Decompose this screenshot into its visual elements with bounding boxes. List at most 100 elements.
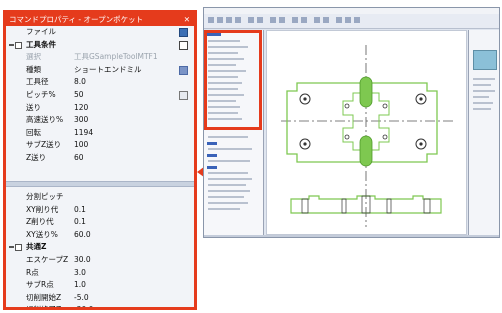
property-label: 送り xyxy=(26,102,41,112)
property-row[interactable]: R点 3.0 xyxy=(6,267,194,280)
property-value[interactable]: 1.0 xyxy=(74,279,86,292)
property-row[interactable]: Z削り代 0.1 xyxy=(6,216,194,229)
tree-row xyxy=(208,148,252,150)
property-row[interactable]: 工具条件 xyxy=(6,39,194,52)
property-row[interactable]: 高速送り% 300 xyxy=(6,114,194,127)
property-value[interactable]: 60 xyxy=(74,152,84,165)
toolbar-button[interactable] xyxy=(354,17,360,23)
property-value[interactable]: -5.0 xyxy=(74,292,89,305)
browse-button-icon[interactable] xyxy=(179,90,188,100)
highlight-frame xyxy=(204,30,262,130)
property-row[interactable]: 共通Z xyxy=(6,241,194,254)
property-value[interactable]: 30.0 xyxy=(74,254,91,267)
hole-center xyxy=(303,142,307,146)
property-value[interactable]: 300 xyxy=(74,114,88,127)
pocket-bottom[interactable] xyxy=(359,135,373,167)
pane-row xyxy=(473,96,489,98)
property-label: サブR点 xyxy=(26,280,54,290)
tree-row xyxy=(208,208,240,210)
property-row[interactable]: 切削終了Z -20.0 xyxy=(6,304,194,307)
toolbar-button[interactable] xyxy=(257,17,263,23)
pane-row xyxy=(473,90,495,92)
property-value[interactable]: 0.1 xyxy=(74,204,86,217)
side-hole xyxy=(341,198,347,214)
property-row[interactable]: 回転 1194 xyxy=(6,127,194,140)
drawing-canvas[interactable] xyxy=(266,30,467,235)
property-value[interactable]: 3.0 xyxy=(74,267,86,280)
tree-row xyxy=(208,136,248,138)
property-value[interactable]: 100 xyxy=(74,139,88,152)
property-value[interactable]: 50 xyxy=(74,89,84,102)
right-pane xyxy=(468,30,499,235)
property-label: サブZ送り xyxy=(26,140,62,150)
preview-thumbnail xyxy=(473,50,497,70)
collapse-icon[interactable] xyxy=(9,246,14,249)
small-hole[interactable] xyxy=(344,134,350,140)
toolbar-button[interactable] xyxy=(301,17,307,23)
property-row[interactable]: サブR点 1.0 xyxy=(6,279,194,292)
hole-center xyxy=(419,142,423,146)
toolbar-button[interactable] xyxy=(217,17,223,23)
small-hole[interactable] xyxy=(382,103,388,109)
property-row[interactable]: 切削開始Z -5.0 xyxy=(6,292,194,305)
property-row[interactable]: 送り 120 xyxy=(6,102,194,115)
pane-row xyxy=(473,84,491,86)
pocket-top[interactable] xyxy=(359,76,373,108)
toolbar-button[interactable] xyxy=(226,17,232,23)
toolbar-button[interactable] xyxy=(323,17,329,23)
toolbar-button[interactable] xyxy=(208,17,214,23)
toolbar-button[interactable] xyxy=(248,17,254,23)
property-row[interactable]: XY送り% 60.0 xyxy=(6,229,194,242)
property-value[interactable]: ショートエンドミル xyxy=(74,64,142,77)
toolbar-button[interactable] xyxy=(279,17,285,23)
toolbar-button[interactable] xyxy=(336,17,342,23)
property-value[interactable]: 0.1 xyxy=(74,216,86,229)
property-label: R点 xyxy=(26,267,39,277)
toolbar-button[interactable] xyxy=(314,17,320,23)
tree-row xyxy=(208,202,248,204)
property-label: 共通Z xyxy=(26,242,47,252)
small-hole[interactable] xyxy=(382,134,388,140)
property-value[interactable]: 120 xyxy=(74,102,88,115)
property-group-cutting: 分割ピッチ XY削り代 0.1 Z削り代 0.1 XY送り% 60.0 共通Z エスケープZ 30… xyxy=(6,191,194,307)
property-row[interactable]: XY削り代 0.1 xyxy=(6,204,194,217)
property-row[interactable]: 選択 工具GSampleToolMTF1 xyxy=(6,51,194,64)
group-checkbox[interactable] xyxy=(15,41,22,49)
save-icon[interactable] xyxy=(179,28,188,37)
property-row[interactable]: 分割ピッチ xyxy=(6,191,194,204)
small-hole[interactable] xyxy=(344,103,350,109)
group-checkbox[interactable] xyxy=(15,244,22,252)
property-value[interactable]: 1194 xyxy=(74,127,93,140)
property-row[interactable]: サブZ送り 100 xyxy=(6,139,194,152)
property-label: 高速送り% xyxy=(26,115,64,125)
tree-icon xyxy=(207,142,217,145)
panel-splitter[interactable] xyxy=(6,181,194,187)
tree-icon xyxy=(207,166,217,169)
toolbar-button[interactable] xyxy=(345,17,351,23)
tool-icon[interactable] xyxy=(179,40,188,50)
property-row[interactable]: Z送り 60 xyxy=(6,152,194,165)
property-value[interactable]: 60.0 xyxy=(74,229,91,242)
tree-icon xyxy=(207,154,217,157)
property-value[interactable]: 工具GSampleToolMTF1 xyxy=(74,51,158,64)
property-row[interactable]: 工具径 8.0 xyxy=(6,76,194,89)
toolbar-button[interactable] xyxy=(235,17,241,23)
tree-row xyxy=(208,172,248,174)
toolbar xyxy=(204,14,499,29)
pane-row xyxy=(473,78,495,80)
close-icon[interactable]: ✕ xyxy=(184,13,190,26)
toolbar-button[interactable] xyxy=(292,17,298,23)
toolbar-button[interactable] xyxy=(270,17,276,23)
property-row[interactable]: エスケープZ 30.0 xyxy=(6,254,194,267)
command-property-panel: コマンドプロパティ - オープンポケット ✕ ファイル 工具条件 選択 工具GSamp… xyxy=(3,10,197,310)
property-value[interactable]: 8.0 xyxy=(74,76,86,89)
property-label: 工具径 xyxy=(26,77,49,87)
collapse-icon[interactable] xyxy=(9,43,14,46)
property-row[interactable]: ファイル xyxy=(6,26,194,39)
property-value[interactable]: -20.0 xyxy=(74,304,93,307)
hole-center xyxy=(419,97,423,101)
property-row[interactable]: 種類 ショートエンドミル xyxy=(6,64,194,77)
property-label: 工具条件 xyxy=(26,39,56,49)
dropdown-icon[interactable] xyxy=(179,65,188,75)
property-row[interactable]: ピッチ% 50 xyxy=(6,89,194,102)
